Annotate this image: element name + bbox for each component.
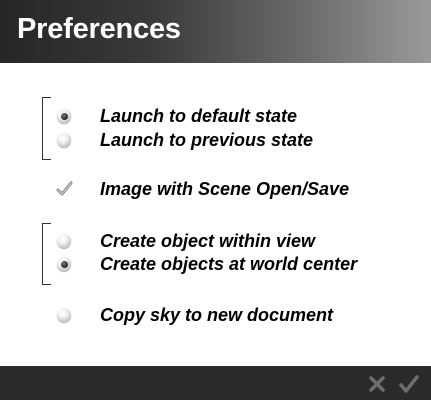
radio-button-selected[interactable]	[57, 109, 71, 123]
dialog-header: Preferences	[0, 0, 431, 63]
checkmark-icon[interactable]	[398, 373, 420, 395]
radio-button[interactable]	[57, 133, 71, 147]
option-label: Launch to default state	[100, 106, 298, 126]
option-create-world-center[interactable]: Create objects at world center	[0, 253, 431, 275]
option-label: Image with Scene Open/Save	[100, 179, 350, 199]
option-label: Create object within view	[100, 231, 316, 251]
radio-button[interactable]	[57, 308, 71, 322]
option-image-with-scene[interactable]: Image with Scene Open/Save	[0, 178, 431, 200]
x-icon[interactable]	[366, 373, 388, 395]
dialog-title: Preferences	[17, 13, 181, 45]
checkmark-icon[interactable]	[56, 180, 74, 198]
preferences-dialog: Preferences Launch to default state Laun…	[0, 0, 431, 400]
option-copy-sky[interactable]: Copy sky to new document	[0, 304, 431, 326]
radio-button[interactable]	[57, 234, 71, 248]
option-launch-previous[interactable]: Launch to previous state	[0, 129, 431, 151]
option-label: Launch to previous state	[100, 130, 314, 150]
option-create-within-view[interactable]: Create object within view	[0, 230, 431, 252]
option-launch-default[interactable]: Launch to default state	[0, 105, 431, 127]
option-label: Create objects at world center	[100, 254, 358, 274]
dialog-footer	[0, 366, 431, 400]
option-label: Copy sky to new document	[100, 305, 334, 325]
radio-button-selected[interactable]	[57, 257, 71, 271]
